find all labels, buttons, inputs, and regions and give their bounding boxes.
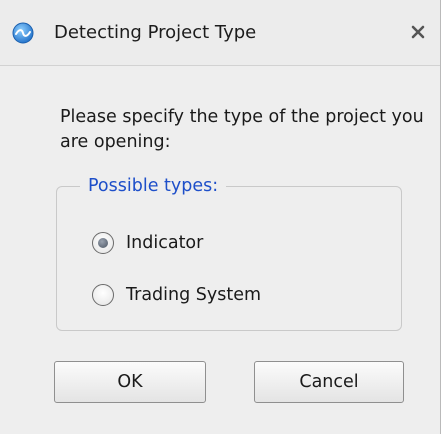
title-bar[interactable]: Detecting Project Type (0, 0, 440, 66)
cancel-button[interactable]: Cancel (254, 361, 404, 403)
dialog-window: Detecting Project Type Please specify th… (0, 0, 441, 434)
ok-button[interactable]: OK (54, 361, 206, 403)
radio-trading-system[interactable]: Trading System (92, 282, 261, 308)
radio-indicator[interactable]: Indicator (92, 230, 203, 256)
radio-label-indicator: Indicator (126, 233, 204, 253)
wave-icon (12, 22, 34, 44)
dialog-title: Detecting Project Type (54, 22, 257, 43)
radio-button-unchecked[interactable] (92, 284, 114, 306)
radio-button-checked[interactable] (92, 232, 114, 254)
prompt-text: Please specify the type of the project y… (60, 107, 424, 152)
close-button[interactable] (404, 18, 432, 46)
possible-types-group (56, 186, 402, 331)
close-icon (411, 25, 425, 39)
group-legend: Possible types: (80, 175, 227, 197)
radio-label-trading-system: Trading System (126, 285, 262, 305)
